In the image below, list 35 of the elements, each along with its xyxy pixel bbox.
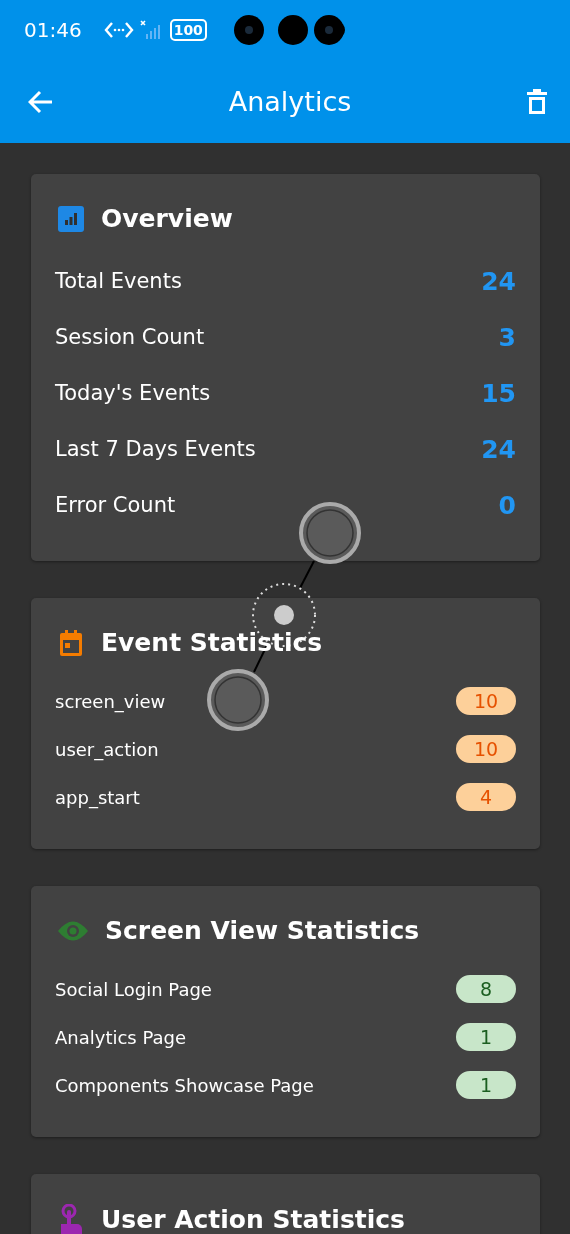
stat-label: Analytics Page bbox=[55, 1026, 187, 1048]
count-badge: 10 bbox=[456, 687, 516, 715]
back-arrow-icon[interactable] bbox=[28, 89, 54, 114]
trash-icon[interactable] bbox=[526, 87, 548, 116]
stat-value: 3 bbox=[498, 322, 516, 352]
stat-label: app_start bbox=[55, 786, 140, 808]
stat-value: 24 bbox=[481, 266, 516, 296]
card-title: User Action Statistics bbox=[101, 1204, 405, 1234]
battery-level: 100 bbox=[169, 19, 207, 41]
count-badge: 8 bbox=[456, 975, 516, 1003]
count-badge: 1 bbox=[456, 1071, 516, 1099]
stat-label: Last 7 Days Events bbox=[55, 437, 256, 461]
count-badge: 4 bbox=[456, 783, 516, 811]
stat-value: 0 bbox=[498, 490, 516, 520]
status-time: 01:46 bbox=[24, 18, 82, 42]
app-bar-title: Analytics bbox=[228, 86, 352, 117]
stat-label: Today's Events bbox=[55, 381, 211, 405]
stat-label: screen_view bbox=[55, 690, 166, 712]
stat-label: Components Showcase Page bbox=[55, 1074, 314, 1096]
card-title: Overview bbox=[101, 204, 233, 233]
card-title: Screen View Statistics bbox=[105, 916, 420, 945]
stat-label: Social Login Page bbox=[55, 978, 212, 1000]
calendar-icon bbox=[57, 628, 85, 657]
card-title: Event Statistics bbox=[101, 628, 323, 657]
count-badge: 1 bbox=[456, 1023, 516, 1051]
eye-icon bbox=[57, 919, 89, 942]
count-badge: 10 bbox=[456, 735, 516, 763]
stat-value: 24 bbox=[481, 434, 516, 464]
bar-chart-icon bbox=[57, 204, 85, 233]
stat-value: 15 bbox=[481, 378, 516, 408]
stat-label: Session Count bbox=[55, 325, 205, 349]
data-transfer-icon bbox=[103, 21, 134, 39]
stat-label: user_action bbox=[55, 738, 159, 760]
stat-label: Total Events bbox=[55, 269, 182, 293]
stat-label: Error Count bbox=[55, 493, 176, 517]
